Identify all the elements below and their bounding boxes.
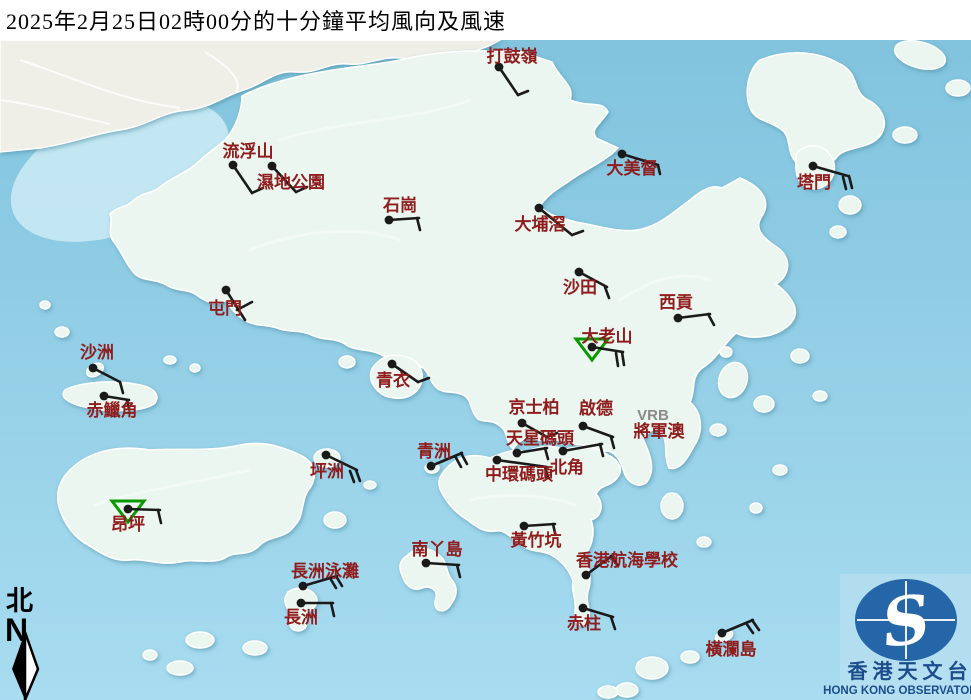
station-label: 大美督 — [607, 158, 658, 178]
station-dot — [299, 582, 308, 591]
station-dot — [674, 314, 683, 323]
station-label: 中環碼頭 — [485, 464, 554, 484]
station-label: 啟德 — [579, 398, 613, 418]
station-dot — [618, 150, 627, 159]
station-label: 沙田 — [563, 278, 597, 297]
island — [243, 641, 267, 655]
island — [750, 503, 762, 513]
station-label: 青衣 — [376, 370, 410, 390]
title-bar: 2025年2月25日02時00分的十分鐘平均風向及風速 — [0, 0, 971, 40]
station-dot — [268, 162, 277, 171]
station-label: 流浮山 — [223, 141, 274, 161]
station-label: 長洲泳灘 — [291, 561, 359, 581]
station-label: 香港航海學校 — [576, 550, 679, 570]
station-dot — [559, 447, 568, 456]
island — [710, 424, 726, 436]
island — [773, 465, 787, 475]
logo-name-cn: 香港天文台 — [848, 659, 971, 683]
station-label: 長洲 — [284, 608, 318, 627]
station-label: 塔門 — [797, 172, 831, 192]
station-dot — [579, 422, 588, 431]
map-title: 2025年2月25日02時00分的十分鐘平均風向及風速 — [0, 4, 506, 36]
island — [55, 327, 69, 337]
station-label: 南丫島 — [412, 539, 463, 559]
island — [946, 80, 970, 96]
station-label: 黃竹坑 — [510, 530, 562, 550]
station-label: 大埔滘 — [515, 214, 566, 234]
island — [661, 493, 683, 519]
station-label: 打鼓嶺 — [487, 46, 538, 66]
station-label: 大老山 — [582, 326, 633, 346]
station-dot — [518, 419, 527, 428]
station-dot — [124, 505, 133, 514]
island — [830, 226, 846, 238]
island — [190, 364, 200, 372]
station-label: 昂坪 — [111, 515, 145, 534]
station-dot — [809, 162, 818, 171]
station-label: 北角 — [550, 457, 584, 477]
station-dot — [297, 599, 306, 608]
island — [893, 127, 917, 143]
hko-logo: S 香港天文台 HONG KONG OBSERVATORY — [823, 574, 971, 700]
island — [598, 686, 618, 698]
station-dot — [322, 451, 331, 460]
wind-map-page: 打鼓嶺流浮山濕地公園石崗 大美督塔門大埔滘屯門 沙田西貢大老山沙洲赤鱲角 青衣青洲 京士… — [0, 0, 971, 700]
station-dot — [89, 364, 98, 373]
station-label: 赤鱲角 — [87, 400, 138, 420]
island — [167, 661, 193, 675]
station-label: 京士柏 — [509, 397, 560, 417]
island — [720, 347, 732, 357]
station-label: 西貢 — [659, 293, 693, 312]
station-dot — [520, 522, 529, 531]
island — [839, 196, 861, 214]
island — [616, 683, 638, 697]
island — [364, 481, 376, 489]
station-label: 青洲 — [417, 441, 451, 461]
station-dot — [579, 604, 588, 613]
station-dot — [100, 392, 109, 401]
station-label: 沙洲 — [80, 343, 114, 362]
station-dot — [513, 449, 522, 458]
island — [324, 512, 346, 528]
island — [813, 391, 827, 401]
island — [339, 356, 355, 368]
island — [143, 650, 157, 660]
station-dot — [222, 286, 231, 295]
station-dot — [229, 161, 238, 170]
island — [186, 632, 214, 648]
station-label: 赤柱 — [567, 613, 601, 633]
island — [697, 537, 711, 547]
station-dot — [422, 559, 431, 568]
station-dot — [718, 629, 727, 638]
logo-name-en: HONG KONG OBSERVATORY — [823, 685, 971, 697]
island — [681, 651, 699, 663]
station-dot — [385, 216, 394, 225]
station-label: 橫瀾島 — [706, 639, 757, 659]
hk-wind-map: 打鼓嶺流浮山濕地公園石崗 大美督塔門大埔滘屯門 沙田西貢大老山沙洲赤鱲角 青衣青洲 京士… — [0, 0, 971, 700]
station-label: 石崗 — [382, 196, 417, 215]
station-dot — [575, 268, 584, 277]
island — [754, 396, 774, 412]
wind-barb-line — [128, 509, 160, 510]
station-dot — [388, 360, 397, 369]
island — [40, 301, 50, 309]
station-label: 天星碼頭 — [506, 429, 575, 448]
station-dot — [493, 456, 502, 465]
island — [164, 356, 176, 364]
station-label: 坪洲 — [310, 462, 344, 481]
station-label: 屯門 — [208, 298, 242, 318]
station-label: 濕地公園 — [257, 172, 325, 192]
station-dot — [582, 571, 591, 580]
island — [636, 657, 668, 679]
station-dot — [535, 204, 544, 213]
station-dot — [427, 462, 436, 471]
island — [791, 349, 809, 363]
station-label: 將軍澳 — [634, 421, 686, 441]
